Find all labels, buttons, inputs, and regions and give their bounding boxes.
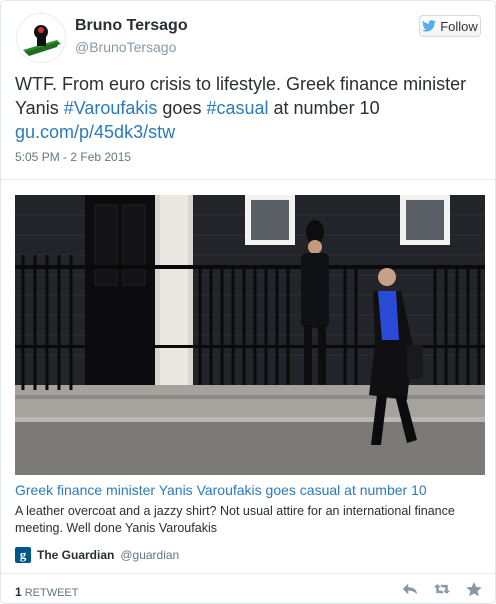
avatar[interactable] [16,13,66,63]
reply-icon[interactable] [401,581,419,597]
twitter-bird-icon [422,20,437,32]
user-handle[interactable]: @BrunoTersago [75,39,176,55]
follow-button[interactable]: Follow [419,15,481,37]
tweet-text: WTF. From euro crisis to lifestyle. Gree… [15,72,485,144]
retweet-count: 1 [15,585,22,599]
card-description: A leather overcoat and a jazzy shirt? No… [15,504,455,535]
tweet-card: Bruno Tersago @BrunoTersago Follow WTF. … [0,0,496,604]
source-handle[interactable]: @guardian [120,548,179,562]
follow-label: Follow [440,18,478,34]
card-source[interactable]: g The Guardian @guardian [15,547,179,563]
hashtag-varoufakis[interactable]: #Varoufakis [64,98,158,118]
tweet-text-part: Yanis [15,98,64,118]
tweet-link[interactable]: gu.com/p/45dk3/stw [15,122,175,142]
divider [1,573,495,574]
card-title-link[interactable]: Greek finance minister Yanis Varoufakis … [15,482,427,498]
downing-street-photo [15,195,485,475]
tweet-text-part: at number 10 [268,98,380,118]
hashtag-casual[interactable]: #casual [206,98,268,118]
avatar-image [17,14,65,62]
favorite-star-icon[interactable] [465,581,483,597]
divider [1,179,495,180]
tweet-text-part: goes [157,98,207,118]
retweet-icon[interactable] [433,581,451,597]
tweet-text-part: WTF. From euro crisis to lifestyle. Gree… [15,74,467,94]
card-photo[interactable] [15,195,485,475]
guardian-logo-icon: g [15,547,31,563]
tweet-actions [401,581,483,597]
user-name[interactable]: Bruno Tersago [75,17,188,35]
source-name[interactable]: The Guardian [37,548,114,562]
tweet-timestamp[interactable]: 5:05 PM - 2 Feb 2015 [15,150,131,164]
retweet-stats[interactable]: 1 RETWEET [15,585,78,599]
retweet-label: RETWEET [24,587,79,599]
